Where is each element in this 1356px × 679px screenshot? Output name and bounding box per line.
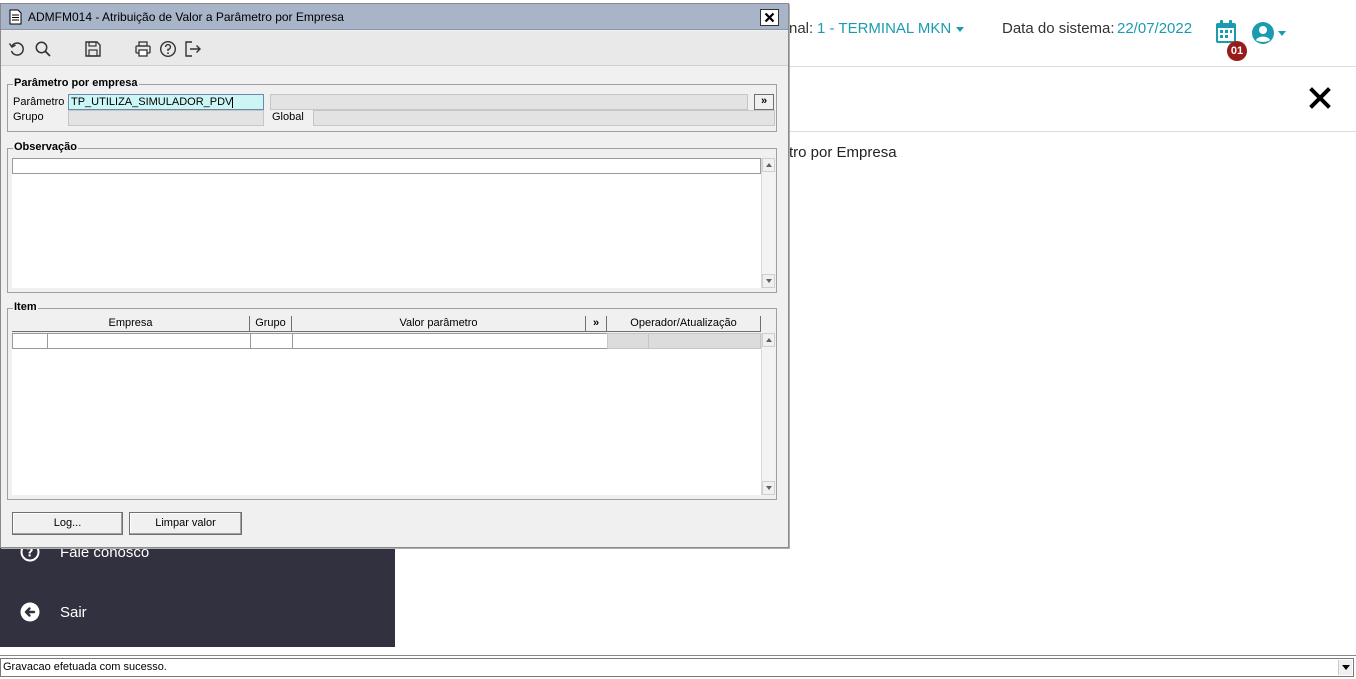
observation-group: Observação [7, 141, 777, 293]
param-input[interactable]: TP_UTILIZA_SIMULADOR_PDV [68, 94, 264, 110]
param-description-field [270, 94, 748, 110]
text-caret [232, 96, 234, 108]
observation-textarea[interactable] [12, 158, 761, 288]
chevron-down-icon[interactable] [956, 27, 964, 32]
page-heading: tro por Empresa [789, 144, 897, 161]
item-table-body [12, 333, 761, 495]
status-text: Gravacao efetuada com sucesso. [3, 661, 167, 673]
window-titlebar[interactable]: ADMFM014 - Atribuição de Valor a Parâmet… [1, 4, 788, 30]
dropdown-arrow-icon[interactable] [1338, 660, 1352, 675]
close-icon [764, 12, 775, 23]
column-header-expand[interactable]: » [586, 316, 607, 332]
column-header-empresa[interactable]: Empresa [12, 316, 250, 332]
table-cell [648, 333, 761, 349]
observation-scrollbar[interactable] [761, 158, 775, 288]
window-close-button[interactable] [760, 9, 779, 26]
table-cell [607, 333, 649, 349]
group-title: Observação [13, 141, 78, 153]
user-avatar-icon[interactable] [1251, 21, 1275, 45]
global-label: Global [272, 111, 304, 123]
exit-arrow-icon [20, 602, 40, 622]
param-input-value: TP_UTILIZA_SIMULADOR_PDV [71, 96, 233, 108]
undo-icon[interactable] [8, 40, 26, 58]
grupo-field [68, 110, 264, 126]
terminal-selector[interactable]: 1 - TERMINAL MKN [817, 20, 951, 37]
window-title: ADMFM014 - Atribuição de Valor a Parâmet… [28, 10, 344, 24]
save-icon[interactable] [84, 40, 102, 58]
help-icon[interactable] [159, 40, 177, 58]
table-cell[interactable] [250, 333, 293, 349]
table-cell[interactable] [47, 333, 251, 349]
param-lookup-button[interactable]: » [754, 94, 774, 110]
scroll-up-icon[interactable] [762, 158, 775, 172]
notification-badge: 01 [1227, 41, 1247, 61]
log-button[interactable]: Log... [12, 512, 123, 535]
system-date-value: 22/07/2022 [1117, 20, 1193, 37]
item-table-header: Empresa Grupo Valor parâmetro » Operador… [12, 316, 766, 333]
item-scrollbar[interactable] [761, 333, 775, 495]
table-cell[interactable] [12, 333, 48, 349]
terminal-label: nal: [789, 20, 814, 37]
status-bar: Gravacao efetuada com sucesso. [0, 655, 1356, 679]
system-date-label: Data do sistema: [1002, 20, 1115, 37]
column-header-grupo[interactable]: Grupo [250, 316, 292, 332]
clear-value-button[interactable]: Limpar valor [129, 512, 242, 535]
param-label: Parâmetro [13, 96, 65, 108]
scroll-down-icon[interactable] [762, 274, 775, 288]
user-menu-chevron-icon[interactable] [1278, 31, 1286, 36]
group-title: Parâmetro por empresa [13, 77, 139, 89]
column-header-valor[interactable]: Valor parâmetro [292, 316, 586, 332]
toolbar [1, 31, 788, 66]
sidebar-item-sair[interactable]: Sair [20, 600, 87, 624]
table-cell[interactable] [292, 333, 608, 349]
sidebar-item-label: Sair [60, 603, 87, 621]
search-icon[interactable] [34, 40, 52, 58]
scroll-up-icon[interactable] [762, 333, 775, 347]
close-icon[interactable] [1308, 86, 1332, 110]
scroll-down-icon[interactable] [762, 481, 775, 495]
group-title: Item [13, 301, 38, 313]
param-window: ADMFM014 - Atribuição de Valor a Parâmet… [0, 3, 789, 548]
column-header-operador[interactable]: Operador/Atualização [607, 316, 761, 332]
status-message[interactable]: Gravacao efetuada com sucesso. [0, 658, 1354, 677]
item-group: Item Empresa Grupo Valor parâmetro » Ope… [7, 301, 777, 500]
observation-first-line[interactable] [12, 158, 761, 174]
param-group: Parâmetro por empresa Parâmetro TP_UTILI… [7, 77, 777, 132]
document-icon [9, 9, 22, 25]
exit-icon[interactable] [184, 40, 202, 58]
global-field [313, 110, 775, 126]
divider [789, 131, 1356, 132]
grupo-label: Grupo [13, 111, 44, 123]
print-icon[interactable] [134, 40, 152, 58]
